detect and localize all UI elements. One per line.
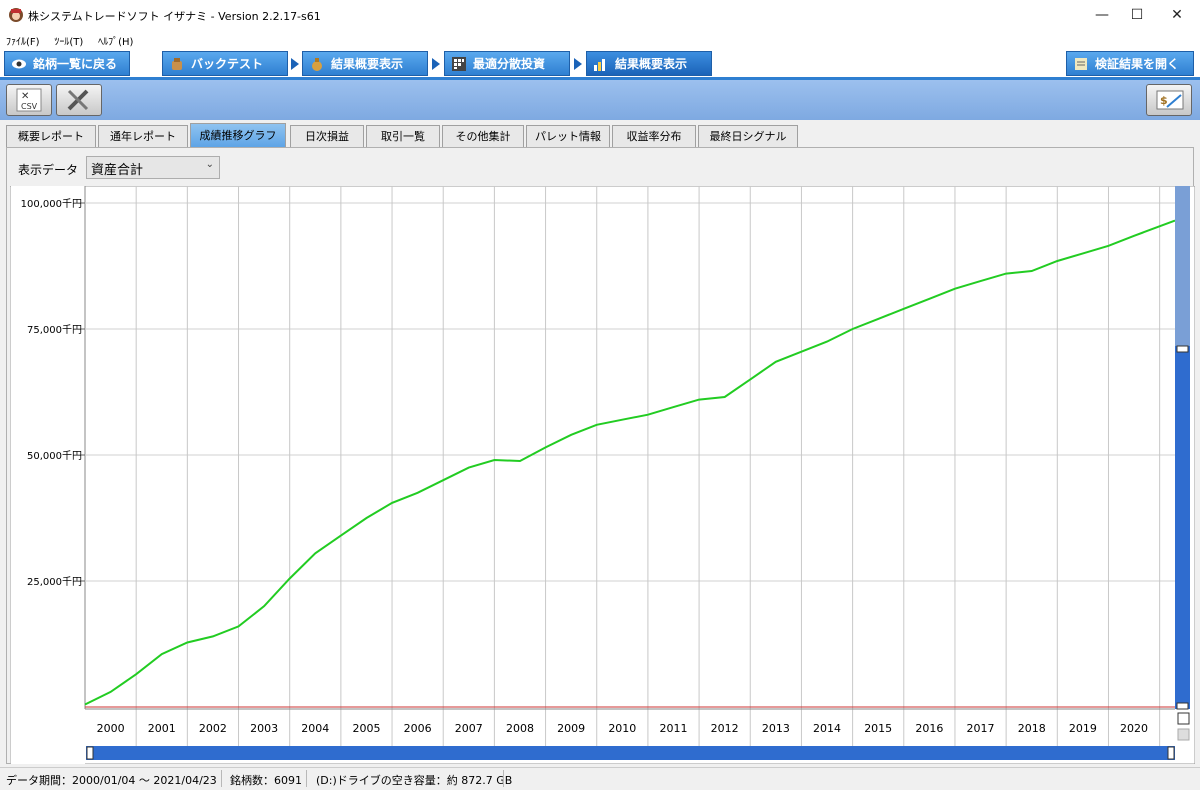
status-bar: データ期間：2000/01/04 〜 2021/04/23 銘柄数：6091 (… bbox=[0, 767, 1200, 790]
grid-icon bbox=[452, 57, 466, 71]
money-bag-icon bbox=[312, 58, 322, 71]
display-data-select[interactable]: 資産合計 ⌄ bbox=[86, 156, 220, 179]
x-tick-labels: 2000 2001 2002 2003 2004 2005 2006 2007 2008 2009… bbox=[97, 722, 1148, 735]
x-tick-label: 2010 bbox=[608, 722, 636, 735]
display-data-label: 表示データ bbox=[18, 163, 79, 177]
x-tick-label: 2019 bbox=[1069, 722, 1097, 735]
back-to-list-button[interactable]: 銘柄一覧に戻る bbox=[4, 51, 130, 76]
money-icon: $ bbox=[1156, 90, 1184, 110]
title-bar: 株システムトレードソフト イザナミ - Version 2.2.17-s61 —… bbox=[0, 0, 1200, 30]
menu-tools[interactable]: ﾂｰﾙ(T) bbox=[48, 30, 88, 48]
performance-chart: 100,000千円75,000千円50,000千円25,000千円 2000 20… bbox=[10, 186, 1195, 764]
menu-file[interactable]: ﾌｧｲﾙ(F) bbox=[0, 30, 45, 48]
optimal-investment-button[interactable]: 最適分散投資 bbox=[444, 51, 570, 76]
x-tick-label: 2016 bbox=[915, 722, 943, 735]
y-tick-label: 25,000千円 bbox=[27, 576, 82, 588]
tab-daily-pnl[interactable]: 日次損益 bbox=[290, 125, 364, 147]
x-tick-label: 2009 bbox=[557, 722, 585, 735]
window-title: 株システムトレードソフト イザナミ - Version 2.2.17-s61 bbox=[28, 10, 321, 23]
status-drive-space: (D:)ドライブの空き容量：約 872.7 GB bbox=[316, 774, 513, 787]
x-tick-label: 2003 bbox=[250, 722, 278, 735]
x-tick-label: 2020 bbox=[1120, 722, 1148, 735]
svg-text:✕: ✕ bbox=[21, 91, 29, 102]
open-results-button[interactable]: 検証結果を開く bbox=[1066, 51, 1194, 76]
x-tick-label: 2007 bbox=[455, 722, 483, 735]
x-tick-label: 2013 bbox=[762, 722, 790, 735]
menu-help[interactable]: ﾍﾙﾌﾟ(H) bbox=[92, 30, 138, 48]
x-tick-label: 2006 bbox=[404, 722, 432, 735]
csv-export-button[interactable]: ✕ CSV bbox=[6, 84, 52, 116]
app-icon bbox=[9, 8, 23, 22]
nav-bar: 銘柄一覧に戻る バックテスト 結果概要表示 最適分散投資 結果概要表示 検証結果… bbox=[0, 48, 1200, 78]
horizontal-scroll-thumb-right[interactable] bbox=[1167, 746, 1175, 760]
x-tick-label: 2017 bbox=[967, 722, 995, 735]
result-summary-button[interactable]: 結果概要表示 bbox=[302, 51, 428, 76]
tab-performance-graph[interactable]: 成績推移グラフ bbox=[190, 123, 286, 147]
bar-chart-icon bbox=[594, 59, 605, 71]
x-tick-label: 2011 bbox=[659, 722, 687, 735]
x-tick-label: 2018 bbox=[1018, 722, 1046, 735]
x-tick-label: 2004 bbox=[301, 722, 329, 735]
document-icon bbox=[1075, 58, 1087, 70]
chevron-down-icon: ⌄ bbox=[205, 159, 214, 170]
tab-annual-report[interactable]: 通年レポート bbox=[98, 125, 188, 147]
status-data-period: データ期間：2000/01/04 〜 2021/04/23 bbox=[6, 774, 217, 787]
arrow-icon bbox=[291, 58, 299, 70]
y-axis-area bbox=[11, 186, 85, 764]
svg-text:CSV: CSV bbox=[21, 102, 38, 111]
tab-summary-report[interactable]: 概要レポート bbox=[6, 125, 96, 147]
arrow-icon bbox=[432, 58, 440, 70]
tab-other-stats[interactable]: その他集計 bbox=[442, 125, 524, 147]
report-tabs: 概要レポート 通年レポート 成績推移グラフ 日次損益 取引一覧 その他集計 パレ… bbox=[0, 123, 1200, 147]
horizontal-scrollbar[interactable] bbox=[86, 746, 1175, 760]
result-summary-active-button[interactable]: 結果概要表示 bbox=[586, 51, 712, 76]
x-tick-label: 2000 bbox=[97, 722, 125, 735]
csv-icon: ✕ CSV bbox=[16, 88, 42, 112]
scroll-corner-box-2[interactable] bbox=[1177, 728, 1190, 741]
backtest-button[interactable]: バックテスト bbox=[162, 51, 288, 76]
toolbar: ✕ CSV $ bbox=[0, 80, 1200, 120]
x-tick-label: 2008 bbox=[506, 722, 534, 735]
bag-icon bbox=[172, 58, 182, 70]
menu-bar: ﾌｧｲﾙ(F) ﾂｰﾙ(T) ﾍﾙﾌﾟ(H) bbox=[0, 30, 1200, 48]
svg-text:$: $ bbox=[1160, 94, 1168, 107]
x-tick-label: 2012 bbox=[711, 722, 739, 735]
vertical-scrollbar-upper bbox=[1175, 186, 1190, 346]
eye-icon bbox=[12, 59, 26, 69]
status-stock-count: 銘柄数：6091 bbox=[230, 774, 302, 787]
arrow-icon bbox=[574, 58, 582, 70]
y-tick-label: 50,000千円 bbox=[27, 450, 82, 462]
horizontal-scroll-thumb-left[interactable] bbox=[86, 746, 94, 760]
settings-button[interactable] bbox=[56, 84, 102, 116]
vertical-scroll-thumb-top[interactable] bbox=[1176, 345, 1189, 353]
tab-palette-info[interactable]: パレット情報 bbox=[526, 125, 610, 147]
vertical-scroll-thumb-bottom[interactable] bbox=[1176, 702, 1189, 710]
money-report-button[interactable]: $ bbox=[1146, 84, 1192, 116]
tab-last-day-signal[interactable]: 最終日シグナル bbox=[698, 125, 798, 147]
scroll-corner-box[interactable] bbox=[1177, 712, 1190, 725]
x-tick-label: 2015 bbox=[864, 722, 892, 735]
y-tick-label: 75,000千円 bbox=[27, 324, 82, 336]
tools-icon bbox=[67, 89, 89, 111]
x-tick-label: 2001 bbox=[148, 722, 176, 735]
tab-return-distribution[interactable]: 収益率分布 bbox=[612, 125, 696, 147]
close-button[interactable]: ✕ bbox=[1154, 0, 1200, 30]
y-tick-label: 100,000千円 bbox=[21, 198, 82, 210]
x-tick-label: 2002 bbox=[199, 722, 227, 735]
tab-trade-list[interactable]: 取引一覧 bbox=[366, 125, 440, 147]
x-tick-label: 2005 bbox=[352, 722, 380, 735]
x-tick-label: 2014 bbox=[813, 722, 841, 735]
